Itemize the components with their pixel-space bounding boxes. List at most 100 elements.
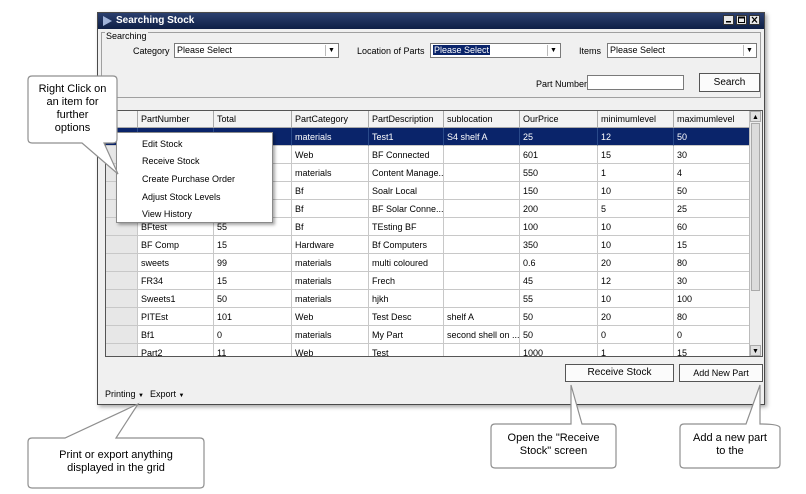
table-cell-partcategory[interactable]: Web [292,344,369,356]
add-new-part-button[interactable]: Add New Part [679,364,763,382]
scroll-thumb[interactable] [751,123,760,291]
table-cell-sublocation[interactable] [444,254,520,272]
table-cell-minimumlevel[interactable]: 1 [598,344,674,356]
table-cell-partcategory[interactable]: Bf [292,182,369,200]
table-row[interactable]: Bf1 0 materials My Part second shell on ... 5… [106,326,762,344]
table-cell-maximumlevel[interactable]: 30 [674,146,752,164]
chevron-down-icon[interactable]: ▼ [743,45,755,56]
table-cell-total[interactable]: 50 [214,290,292,308]
table-cell-partcategory[interactable]: materials [292,326,369,344]
table-cell-maximumlevel[interactable]: 30 [674,272,752,290]
table-cell-minimumlevel[interactable]: 5 [598,200,674,218]
table-cell-minimumlevel[interactable]: 10 [598,290,674,308]
table-cell-ourprice[interactable]: 1000 [520,344,598,356]
table-cell-minimumlevel[interactable]: 10 [598,236,674,254]
table-cell-ourprice[interactable]: 50 [520,326,598,344]
column-header-sublocation[interactable]: sublocation [444,111,520,128]
row-header[interactable] [106,344,138,356]
table-cell-partnumber[interactable]: Sweets1 [138,290,214,308]
table-cell-minimumlevel[interactable]: 20 [598,308,674,326]
table-cell-minimumlevel[interactable]: 15 [598,146,674,164]
row-header[interactable] [106,272,138,290]
maximize-button[interactable] [736,15,747,25]
table-cell-partdescription[interactable]: Bf Computers [369,236,444,254]
table-cell-total[interactable]: 11 [214,344,292,356]
table-cell-partnumber[interactable]: sweets [138,254,214,272]
table-cell-ourprice[interactable]: 0.6 [520,254,598,272]
table-cell-partdescription[interactable]: Frech [369,272,444,290]
table-cell-partdescription[interactable]: hjkh [369,290,444,308]
table-cell-partdescription[interactable]: Test1 [369,128,444,146]
export-menu[interactable]: Export ▼ [150,389,184,399]
table-cell-partcategory[interactable]: materials [292,272,369,290]
column-header-minimumlevel[interactable]: minimumlevel [598,111,674,128]
table-cell-total[interactable]: 99 [214,254,292,272]
table-cell-partnumber[interactable]: BF Comp [138,236,214,254]
table-cell-partdescription[interactable]: Test [369,344,444,356]
table-cell-total[interactable]: 101 [214,308,292,326]
table-cell-ourprice[interactable]: 350 [520,236,598,254]
table-cell-ourprice[interactable]: 150 [520,182,598,200]
table-cell-sublocation[interactable] [444,200,520,218]
table-cell-minimumlevel[interactable]: 12 [598,128,674,146]
table-cell-maximumlevel[interactable]: 50 [674,182,752,200]
table-cell-partnumber[interactable]: Bf1 [138,326,214,344]
table-row[interactable]: Part2 11 Web Test 1000 1 15 [106,344,762,356]
receive-stock-button[interactable]: Receive Stock [565,364,674,382]
items-select[interactable]: Please Select ▼ [607,43,757,58]
column-header-total[interactable]: Total [214,111,292,128]
table-cell-partdescription[interactable]: TEsting BF [369,218,444,236]
table-cell-partdescription[interactable]: multi coloured [369,254,444,272]
table-cell-maximumlevel[interactable]: 15 [674,344,752,356]
table-cell-sublocation[interactable] [444,182,520,200]
table-cell-maximumlevel[interactable]: 0 [674,326,752,344]
table-cell-partcategory[interactable]: materials [292,164,369,182]
table-cell-total[interactable]: 0 [214,326,292,344]
table-cell-maximumlevel[interactable]: 25 [674,200,752,218]
table-cell-maximumlevel[interactable]: 60 [674,218,752,236]
table-row[interactable]: PITEst 101 Web Test Desc shelf A 50 20 80 [106,308,762,326]
table-cell-sublocation[interactable]: second shell on ... [444,326,520,344]
table-cell-partdescription[interactable]: Soalr Local [369,182,444,200]
table-row[interactable]: Sweets1 50 materials hjkh 55 10 100 [106,290,762,308]
table-row[interactable]: BF Comp 15 Hardware Bf Computers 350 10 15 [106,236,762,254]
table-cell-minimumlevel[interactable]: 10 [598,218,674,236]
table-cell-minimumlevel[interactable]: 12 [598,272,674,290]
table-cell-partcategory[interactable]: Web [292,146,369,164]
menu-item-edit-stock[interactable]: Edit Stock [142,139,183,149]
row-header[interactable] [106,308,138,326]
table-row[interactable]: sweets 99 materials multi coloured 0.6 20 80 [106,254,762,272]
row-header[interactable] [106,236,138,254]
table-cell-maximumlevel[interactable]: 100 [674,290,752,308]
location-select[interactable]: Please Select ▼ [430,43,561,58]
table-cell-ourprice[interactable]: 601 [520,146,598,164]
column-header-maximumlevel[interactable]: maximumlevel [674,111,752,128]
scroll-up-icon[interactable]: ▲ [750,111,761,122]
printing-menu[interactable]: Printing ▼ [105,389,144,399]
table-cell-partcategory[interactable]: materials [292,128,369,146]
menu-item-adjust-stock-levels[interactable]: Adjust Stock Levels [142,192,221,202]
table-cell-partcategory[interactable]: Web [292,308,369,326]
table-cell-partcategory[interactable]: materials [292,290,369,308]
table-cell-minimumlevel[interactable]: 1 [598,164,674,182]
table-cell-sublocation[interactable]: shelf A [444,308,520,326]
table-cell-partcategory[interactable]: materials [292,254,369,272]
table-cell-minimumlevel[interactable]: 0 [598,326,674,344]
column-header-ourprice[interactable]: OurPrice [520,111,598,128]
table-row[interactable]: FR34 15 materials Frech 45 12 30 [106,272,762,290]
table-cell-maximumlevel[interactable]: 15 [674,236,752,254]
table-cell-maximumlevel[interactable]: 80 [674,254,752,272]
chevron-down-icon[interactable]: ▼ [325,45,337,56]
table-cell-ourprice[interactable]: 25 [520,128,598,146]
table-cell-maximumlevel[interactable]: 50 [674,128,752,146]
grid-scrollbar[interactable]: ▲ ▼ [749,111,762,356]
table-cell-sublocation[interactable]: S4 shelf A [444,128,520,146]
table-cell-ourprice[interactable]: 200 [520,200,598,218]
menu-item-create-purchase-order[interactable]: Create Purchase Order [142,174,235,184]
category-select[interactable]: Please Select ▼ [174,43,339,58]
table-cell-partdescription[interactable]: BF Connected [369,146,444,164]
table-cell-minimumlevel[interactable]: 20 [598,254,674,272]
table-cell-ourprice[interactable]: 55 [520,290,598,308]
table-cell-sublocation[interactable] [444,290,520,308]
table-cell-partdescription[interactable]: Test Desc [369,308,444,326]
